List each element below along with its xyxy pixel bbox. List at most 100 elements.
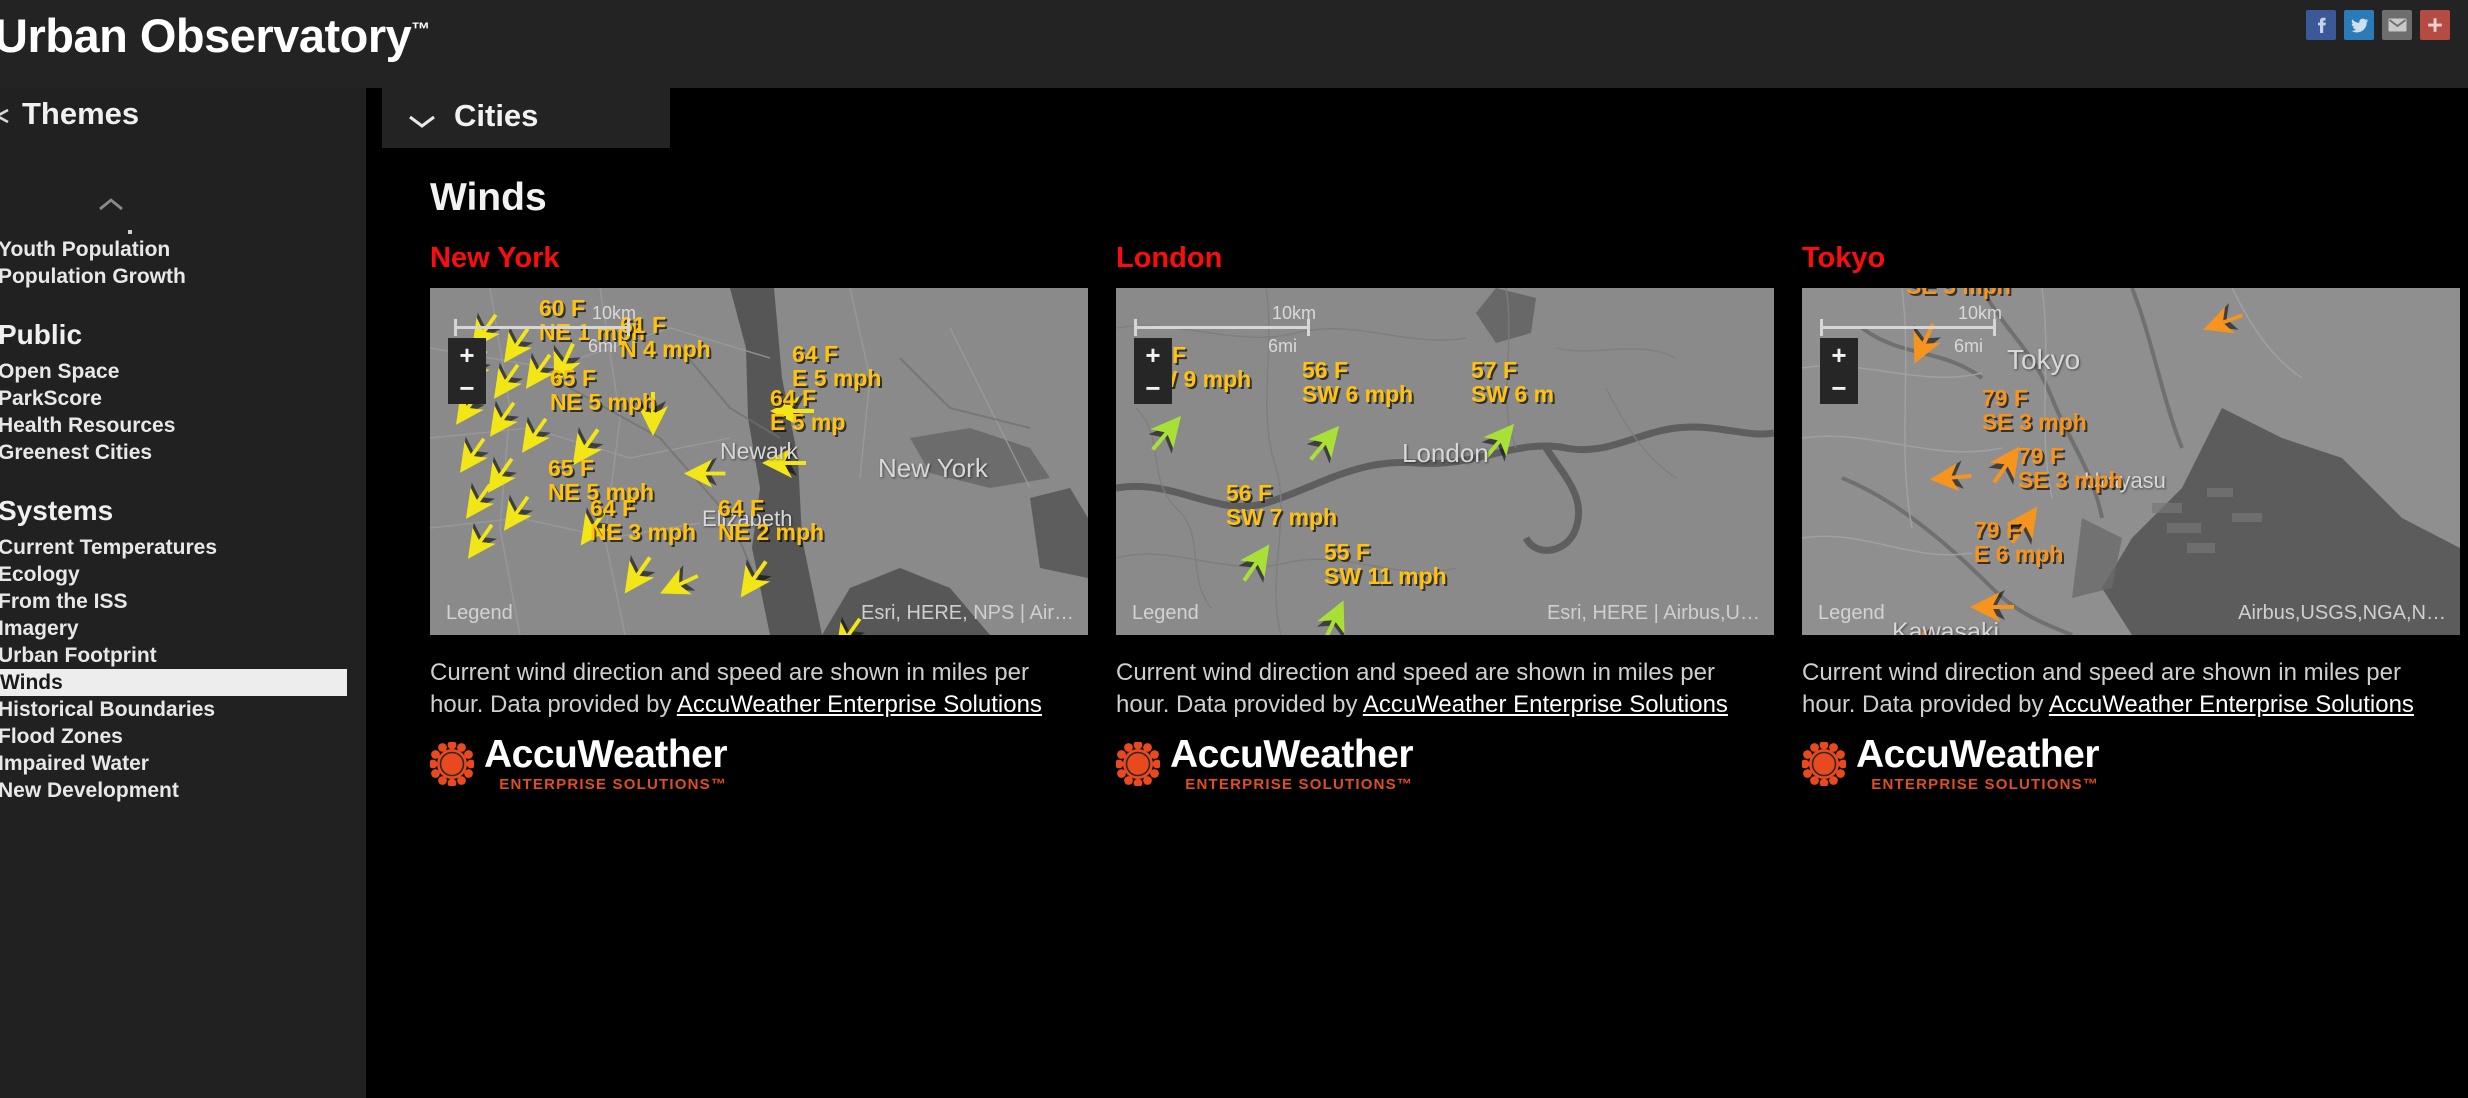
sun-icon <box>1802 741 1846 786</box>
brand-trademark: ™ <box>411 19 430 41</box>
wind-reading-label: 64 FE 5 mp <box>770 386 845 434</box>
sidebar-item-new-development[interactable]: New Development <box>0 777 366 804</box>
map-legend-button[interactable]: Legend <box>1132 602 1199 625</box>
sidebar-item-imagery[interactable]: Imagery <box>0 615 366 642</box>
accuweather-logo: AccuWeather ENTERPRISE SOLUTIONS™ <box>1116 735 1774 793</box>
scale-line <box>1134 326 1310 329</box>
wind-speed-value: SW 7 mph <box>1226 504 1338 531</box>
sidebar-group-spacer <box>0 290 366 312</box>
wind-reading-label: 65 F NE 5 mph <box>550 366 656 414</box>
map-place-label: Tokyo <box>2007 344 2081 375</box>
wind-reading-label: 79 FE 6 mph <box>1974 518 2063 566</box>
sidebar-item-youth-population[interactable]: Youth Population <box>0 236 366 263</box>
wind-speed-value: NE 5 mph <box>550 389 657 416</box>
accuweather-link[interactable]: AccuWeather Enterprise Solutions <box>677 691 1042 718</box>
wind-reading-label: SE 5 mph <box>1906 288 2011 298</box>
themes-header[interactable]: Themes <box>0 88 366 148</box>
scale-km-label: 10km <box>592 303 637 323</box>
city-panel: Tokyo10km6mi+−TokyoUrayasuKawasakiSE 5 m… <box>1802 242 2460 793</box>
zoom-out-button[interactable]: − <box>1145 375 1160 401</box>
twitter-share-button[interactable] <box>2344 10 2374 40</box>
brand-text: Urban Observatory <box>0 9 412 62</box>
city-name: London <box>1116 242 1223 274</box>
sidebar-item-flood-zones[interactable]: Flood Zones <box>0 723 366 750</box>
chevron-down-icon <box>409 115 435 128</box>
social-share-group <box>2306 10 2450 40</box>
zoom-in-button[interactable]: + <box>1145 342 1160 368</box>
sidebar-item-open-space[interactable]: Open Space <box>0 358 366 385</box>
temperature-value: 56 F <box>1226 480 1273 506</box>
scale-tick-left <box>1134 319 1137 336</box>
facebook-share-button[interactable] <box>2306 10 2336 40</box>
temperature-value: 64 F <box>770 385 817 411</box>
temperature-value: 64 F <box>792 341 839 367</box>
wind-speed-value: NE 3 mph <box>590 519 697 546</box>
map-legend-button[interactable]: Legend <box>1818 602 1885 625</box>
city-map[interactable]: 10km 6mi + − Newark New York Elizabeth 60 F NE 1… <box>430 288 1088 635</box>
scale-km-label: 10km <box>1958 303 2003 323</box>
accuweather-tagline: ENTERPRISE SOLUTIONS™ <box>1871 775 2100 793</box>
sidebar-item-greenest-cities[interactable]: Greenest Cities <box>0 439 366 466</box>
zoom-in-button[interactable]: + <box>1831 342 1846 368</box>
zoom-out-button[interactable]: − <box>459 375 474 401</box>
accuweather-tagline: ENTERPRISE SOLUTIONS™ <box>1185 775 1414 793</box>
panel-caption: Current wind direction and speed are sho… <box>1116 657 1756 721</box>
panel-caption: Current wind direction and speed are sho… <box>1802 657 2442 721</box>
city-name: New York <box>430 242 560 274</box>
themes-title: Themes <box>22 96 140 131</box>
map-place-label: New York <box>878 453 988 483</box>
temperature-value: 65 F <box>550 365 597 391</box>
wind-reading-label: 55 F SW 11 mph <box>1324 540 1447 588</box>
sidebar-item-health-resources[interactable]: Health Resources <box>0 412 366 439</box>
map-legend-button[interactable]: Legend <box>446 602 513 625</box>
twitter-icon <box>2351 18 2368 32</box>
temperature-value: 64 F <box>590 495 637 521</box>
sidebar-item-current-temperatures[interactable]: Current Temperatures <box>0 534 366 561</box>
themes-sidebar: Themes Youth Population Population Growth… <box>0 88 366 1098</box>
sidebar-item-parkscore[interactable]: ParkScore <box>0 385 366 412</box>
wind-speed-value: N 4 mph <box>620 336 711 363</box>
wind-speed-value: SE 5 mph <box>1906 288 2011 298</box>
temperature-value: 55 F <box>1324 539 1371 565</box>
app-brand-title: Urban Observatory™ <box>0 8 430 63</box>
chevron-left-icon <box>0 108 9 124</box>
map-zoom-control: + − <box>1134 338 1172 404</box>
map-place-label: Newark <box>720 438 798 464</box>
chevron-up-icon[interactable] <box>96 196 126 214</box>
panel-caption: Current wind direction and speed are sho… <box>430 657 1070 721</box>
email-share-button[interactable] <box>2382 10 2412 40</box>
wind-speed-value: SE 3 mph <box>2018 467 2123 494</box>
city-map[interactable]: 10km6mi+−TokyoUrayasuKawasakiSE 5 mph79 … <box>1802 288 2460 635</box>
temperature-value: 79 F <box>1974 517 2021 543</box>
sidebar-item-historical-boundaries[interactable]: Historical Boundaries <box>0 696 366 723</box>
sun-icon <box>430 741 474 786</box>
zoom-in-button[interactable]: + <box>459 342 474 368</box>
city-map[interactable]: 10km6mi+−London53 FSW 9 mph56 FSW 6 mph5… <box>1116 288 1774 635</box>
top-bar: Urban Observatory™ <box>0 0 2468 88</box>
city-panel: London10km6mi+−London53 FSW 9 mph56 FSW … <box>1116 242 1774 793</box>
scale-line <box>454 326 630 329</box>
cities-tab-label: Cities <box>454 98 539 133</box>
sidebar-item-impaired-water[interactable]: Impaired Water <box>0 750 366 777</box>
wind-reading-label: 64 F NE 2 mph <box>718 496 824 544</box>
sidebar-item-ecology[interactable]: Ecology <box>0 561 366 588</box>
sidebar-item-urban-footprint[interactable]: Urban Footprint <box>0 642 366 669</box>
facebook-icon <box>2318 17 2326 33</box>
sidebar-item-from-the-iss[interactable]: From the ISS <box>0 588 366 615</box>
zoom-out-button[interactable]: − <box>1831 375 1846 401</box>
more-share-button[interactable] <box>2420 10 2450 40</box>
accuweather-wordmark: AccuWeather ENTERPRISE SOLUTIONS™ <box>1170 735 1414 793</box>
scale-line <box>1820 326 1996 329</box>
scale-mi-label: 6mi <box>588 336 618 356</box>
wind-speed-value: SW 6 mph <box>1302 381 1414 408</box>
wind-reading-label: 79 F SE 3 mph <box>1982 386 2087 434</box>
wind-speed-value: E 5 mp <box>770 409 846 436</box>
wind-speed-value: SW 6 m <box>1471 381 1555 408</box>
sidebar-item-population-growth[interactable]: Population Growth <box>0 263 366 290</box>
cities-tab[interactable]: Cities <box>382 88 670 148</box>
accuweather-link[interactable]: AccuWeather Enterprise Solutions <box>2049 691 2414 718</box>
accuweather-link[interactable]: AccuWeather Enterprise Solutions <box>1363 691 1728 718</box>
sidebar-item-winds[interactable]: Winds <box>0 669 347 696</box>
temperature-value: 56 F <box>1302 357 1349 383</box>
plus-icon <box>2428 18 2442 32</box>
